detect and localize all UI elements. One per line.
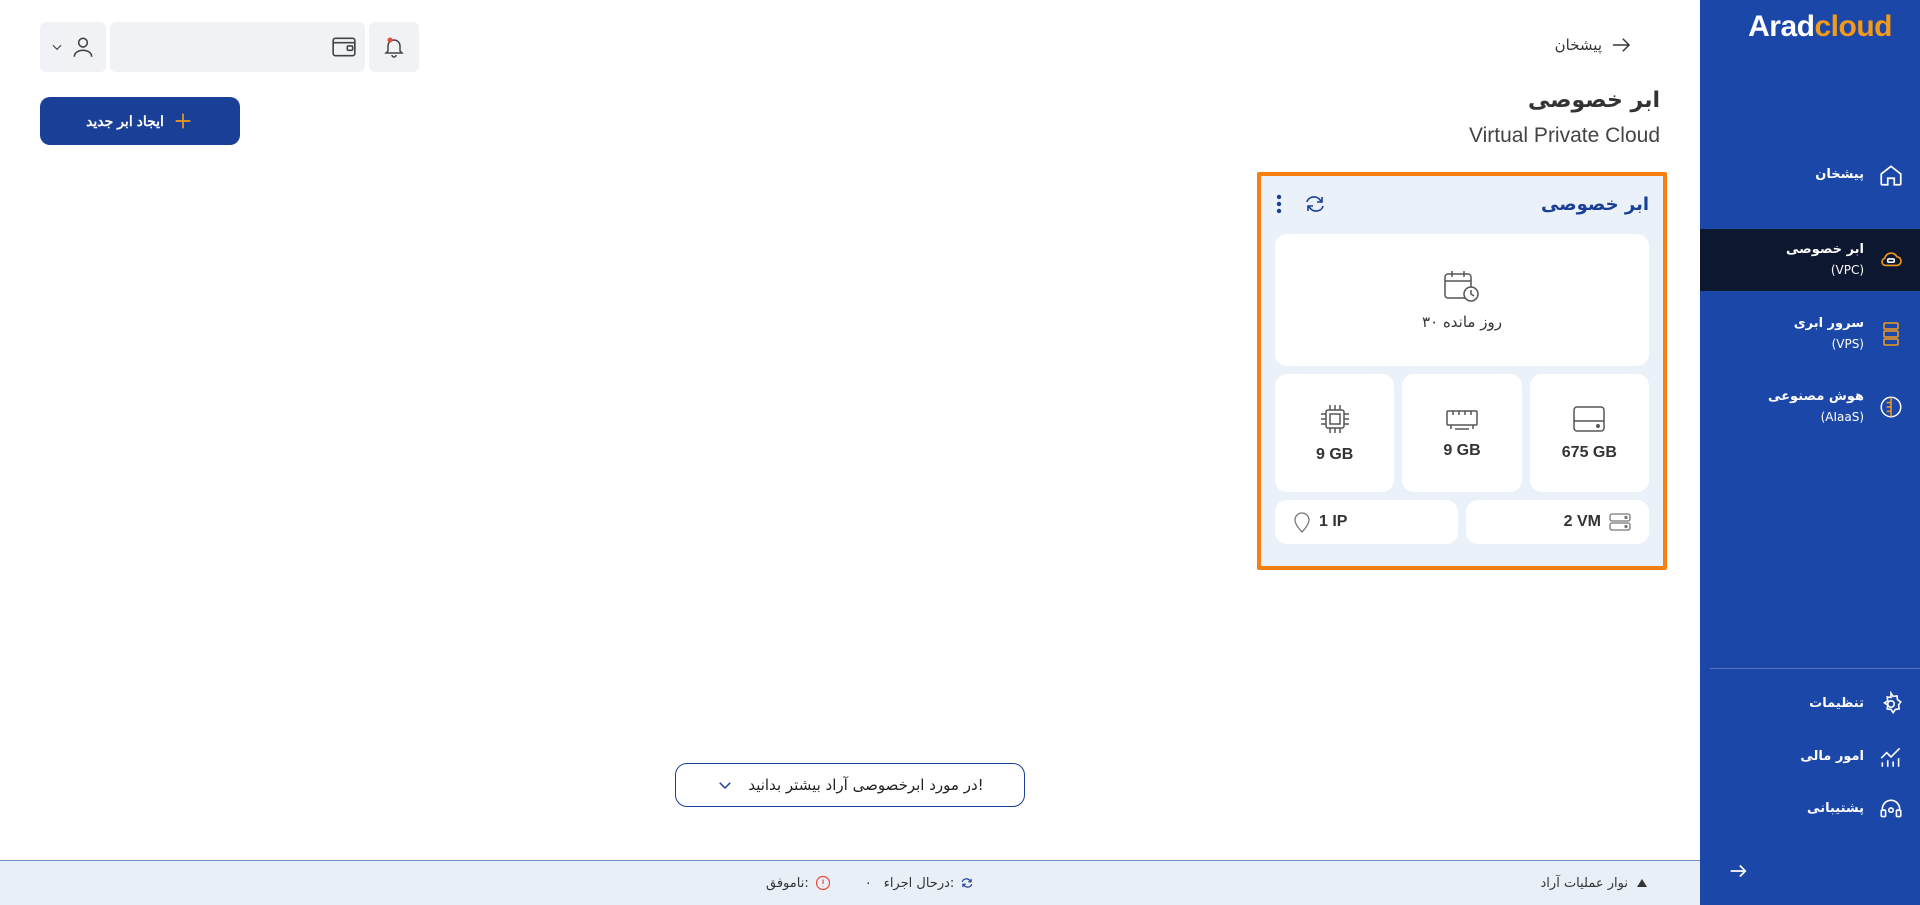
running-label: درحال اجراء: <box>883 875 955 891</box>
bell-icon <box>384 37 404 58</box>
ram-resource: 9 GB <box>1402 374 1522 492</box>
cpu-resource: 9 GB <box>1275 374 1395 492</box>
wallet-balance-button[interactable] <box>110 22 365 72</box>
headset-icon <box>1876 794 1906 824</box>
ip-value: 1 IP <box>1319 513 1348 530</box>
chevron-down-icon <box>52 44 62 51</box>
sidebar-item-label: پشتیبانی <box>1807 801 1864 816</box>
more-vertical-icon <box>1276 194 1282 214</box>
notifications-button[interactable] <box>369 22 419 72</box>
sidebar-item-dashboard[interactable]: پیشخان <box>1700 155 1920 195</box>
server-stack-icon <box>1609 513 1631 531</box>
sidebar-item-label: ابر خصوصی <box>1786 242 1864 257</box>
cloud-network-icon <box>1876 245 1906 275</box>
sidebar-item-aiaas[interactable]: هوش مصنوعی (AIaaS) <box>1700 376 1920 438</box>
page-subtitle: Virtual Private Cloud <box>1468 124 1660 147</box>
brand-logo[interactable]: Aradcloud <box>1748 10 1892 44</box>
sidebar-item-support[interactable]: پشتیبانی <box>1700 789 1920 829</box>
sidebar-divider <box>1710 668 1920 669</box>
operations-stats: ناموفق: ۰ درحال اجراء: <box>766 875 974 891</box>
app-root: Aradcloud پیشخان ابر خصوصی (VPC) سرور اب… <box>0 0 1920 905</box>
arrow-right-icon <box>1612 38 1631 52</box>
running-stat: ۰ درحال اجراء: <box>865 876 975 891</box>
ram-icon <box>1446 410 1478 430</box>
refresh-icon <box>1306 196 1324 212</box>
breadcrumb[interactable]: پیشخان <box>1555 36 1632 54</box>
vm-count: 2 VM <box>1466 500 1649 544</box>
card-title: ابر خصوصی <box>1541 193 1649 215</box>
vpc-card[interactable]: ابر خصوصی ۳۰ روز مانده 675 GB 9 GB 9 GB … <box>1257 172 1667 570</box>
triangle-up-icon <box>1637 879 1647 887</box>
disk-resource: 675 GB <box>1529 374 1649 492</box>
cpu-icon <box>1320 405 1349 433</box>
card-header: ابر خصوصی <box>1275 186 1649 222</box>
top-toolbar <box>40 22 419 72</box>
meta-row: 2 VM 1 IP <box>1275 500 1649 544</box>
location-pin-icon <box>1294 512 1310 533</box>
learn-more-label: در مورد ابرخصوصی آراد بیشتر بدانید! <box>748 776 984 794</box>
breadcrumb-label: پیشخان <box>1554 36 1602 54</box>
sidebar-item-sublabel: (VPS) <box>1831 337 1864 351</box>
sidebar-item-finance[interactable]: امور مالی <box>1700 737 1920 777</box>
finance-chart-icon <box>1876 742 1906 772</box>
sidebar-item-label: امور مالی <box>1800 749 1864 764</box>
ai-brain-icon <box>1876 392 1906 422</box>
disk-value: 675 GB <box>1561 444 1617 461</box>
operations-bar-toggle[interactable]: نوار عملیات آراد <box>1541 876 1648 891</box>
home-icon <box>1876 160 1906 190</box>
sidebar-item-sublabel: (AIaaS) <box>1820 410 1864 424</box>
sidebar-item-label: تنظیمات <box>1809 696 1864 711</box>
create-cloud-label: ایجاد ابر جدید <box>86 112 164 129</box>
sidebar-collapse-button[interactable] <box>1724 857 1752 885</box>
server-icon <box>1876 319 1906 349</box>
running-count: ۰ <box>864 875 872 891</box>
sidebar-item-sublabel: (VPC) <box>1830 263 1864 277</box>
plus-icon <box>175 113 191 129</box>
wallet-icon <box>332 37 356 57</box>
arrow-right-icon <box>1730 864 1747 878</box>
sidebar-item-vpc[interactable]: ابر خصوصی (VPC) <box>1700 229 1920 291</box>
resources-row: 675 GB 9 GB 9 GB <box>1275 374 1649 492</box>
sidebar-item-vps[interactable]: سرور ابری (VPS) <box>1700 303 1920 365</box>
failed-stat: ناموفق: <box>766 875 831 891</box>
gear-icon <box>1876 689 1906 719</box>
learn-more-button[interactable]: در مورد ابرخصوصی آراد بیشتر بدانید! <box>675 763 1025 807</box>
refresh-button[interactable] <box>1303 193 1327 215</box>
sidebar-item-label: پیشخان <box>1815 167 1864 182</box>
days-remaining-text: ۳۰ روز مانده <box>1422 313 1502 331</box>
ip-count: 1 IP <box>1275 500 1458 544</box>
card-actions <box>1275 193 1327 215</box>
user-menu-button[interactable] <box>40 22 106 72</box>
cpu-value: 9 GB <box>1316 446 1354 463</box>
create-cloud-button[interactable]: ایجاد ابر جدید <box>40 97 240 145</box>
calendar-clock-icon <box>1444 271 1479 302</box>
disk-icon <box>1573 406 1606 432</box>
page-title: ابر خصوصی <box>1528 88 1660 113</box>
error-icon <box>815 875 830 891</box>
failed-label: ناموفق: <box>766 875 809 891</box>
sidebar: Aradcloud پیشخان ابر خصوصی (VPC) سرور اب… <box>1700 0 1920 905</box>
user-icon <box>73 37 93 57</box>
days-remaining-panel: ۳۰ روز مانده <box>1275 234 1649 366</box>
chevron-down-icon <box>719 782 732 790</box>
operations-bar-label: نوار عملیات آراد <box>1540 875 1628 891</box>
ram-value: 9 GB <box>1443 442 1481 459</box>
sidebar-item-label: هوش مصنوعی <box>1768 389 1864 404</box>
vm-value: 2 VM <box>1563 513 1601 530</box>
refresh-icon <box>962 878 973 888</box>
more-options-button[interactable] <box>1275 193 1283 215</box>
sidebar-item-label: سرور ابری <box>1793 316 1864 331</box>
sidebar-item-settings[interactable]: تنظیمات <box>1700 684 1920 724</box>
operations-bar: نوار عملیات آراد ناموفق: ۰ درحال اجراء: <box>0 860 1700 905</box>
